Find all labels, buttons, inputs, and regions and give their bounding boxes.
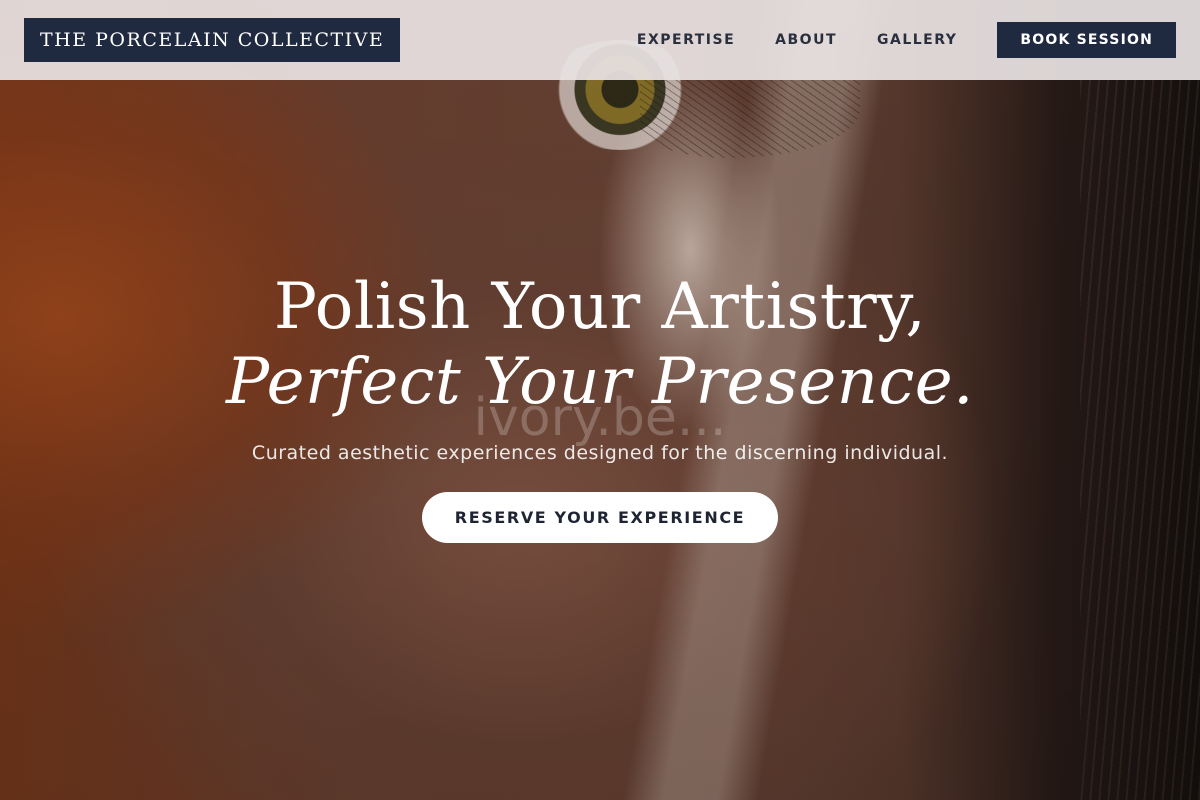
hero-section: Polish Your Artistry, Perfect Your Prese… — [0, 268, 1200, 543]
hero-headline-line-2: Perfect Your Presence. — [225, 345, 975, 419]
nav-link-about[interactable]: ABOUT — [775, 32, 837, 48]
reserve-experience-button[interactable]: RESERVE YOUR EXPERIENCE — [422, 492, 778, 543]
site-header: THE PORCELAIN COLLECTIVE EXPERTISE ABOUT… — [0, 0, 1200, 80]
brand-logo[interactable]: THE PORCELAIN COLLECTIVE — [24, 18, 401, 62]
hero-subtitle: Curated aesthetic experiences designed f… — [251, 442, 949, 464]
book-session-button[interactable]: BOOK SESSION — [997, 22, 1176, 58]
main-nav: EXPERTISE ABOUT GALLERY BOOK SESSION — [637, 22, 1176, 58]
nav-link-gallery[interactable]: GALLERY — [877, 32, 957, 48]
hero-headline-line-1: Polish Your Artistry, — [273, 270, 927, 344]
page: THE PORCELAIN COLLECTIVE EXPERTISE ABOUT… — [0, 0, 1200, 800]
nav-link-expertise[interactable]: EXPERTISE — [637, 32, 735, 48]
